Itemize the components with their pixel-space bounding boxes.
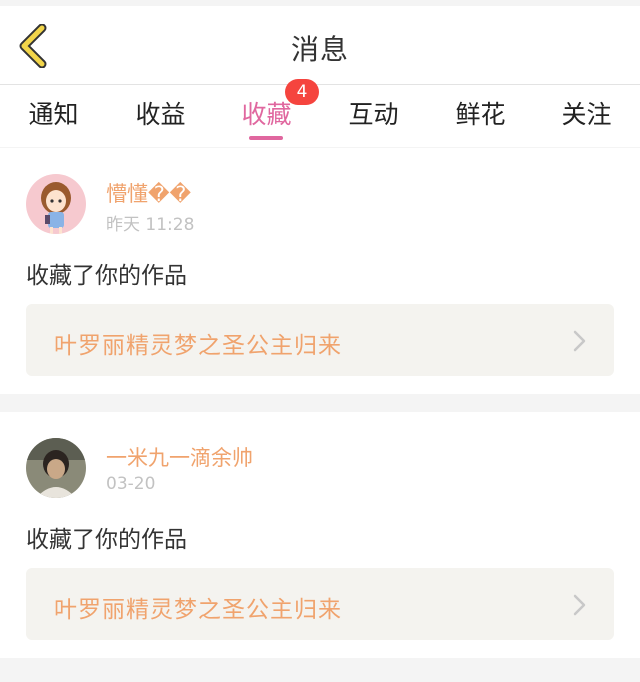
chevron-right-icon bbox=[573, 330, 586, 352]
timestamp: 昨天 11:28 bbox=[106, 215, 195, 235]
active-tab-indicator bbox=[249, 136, 283, 140]
message-item: 一米九一滴余帅 03-20 收藏了你的作品 叶罗丽精灵梦之圣公主归来 bbox=[0, 412, 640, 658]
username[interactable]: 懵懂�� bbox=[106, 178, 191, 208]
favorites-count-badge: 4 bbox=[285, 79, 319, 105]
tab-follow[interactable]: 关注 bbox=[533, 95, 640, 131]
message-item: 懵懂�� 昨天 11:28 收藏了你的作品 叶罗丽精灵梦之圣公主归来 bbox=[0, 148, 640, 394]
work-link[interactable]: 叶罗丽精灵梦之圣公主归来 bbox=[26, 568, 614, 640]
tab-earnings[interactable]: 收益 bbox=[107, 95, 214, 131]
cartoon-girl-avatar-icon bbox=[26, 174, 86, 234]
work-title: 叶罗丽精灵梦之圣公主归来 bbox=[54, 333, 342, 359]
tab-favorites-label: 收藏 bbox=[241, 100, 292, 129]
tab-flowers[interactable]: 鲜花 bbox=[427, 95, 534, 131]
nav-bar: 消息 bbox=[0, 6, 640, 85]
action-text: 收藏了你的作品 bbox=[26, 263, 187, 289]
work-title: 叶罗丽精灵梦之圣公主归来 bbox=[54, 597, 342, 623]
action-text: 收藏了你的作品 bbox=[26, 527, 187, 553]
tab-bar: 通知 收益 收藏 互动 鲜花 关注 bbox=[0, 85, 640, 147]
photo-avatar-icon bbox=[26, 438, 86, 498]
avatar[interactable] bbox=[26, 174, 86, 234]
timestamp: 03-20 bbox=[106, 474, 156, 494]
tab-interaction[interactable]: 互动 bbox=[320, 95, 427, 131]
tab-notice[interactable]: 通知 bbox=[0, 95, 107, 131]
username[interactable]: 一米九一滴余帅 bbox=[106, 442, 253, 472]
chevron-right-icon bbox=[573, 594, 586, 616]
page-title: 消息 bbox=[290, 33, 349, 66]
avatar[interactable] bbox=[26, 438, 86, 498]
work-link[interactable]: 叶罗丽精灵梦之圣公主归来 bbox=[26, 304, 614, 376]
bottom-spacer bbox=[0, 658, 640, 682]
